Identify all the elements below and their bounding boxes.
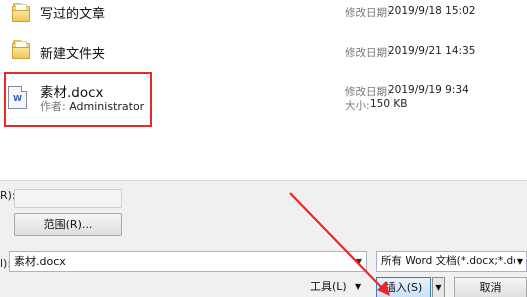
file-list: 写过的文章 修改日期: 2019/9/18 15:02 新建文件夹 修改日期: … (0, 0, 527, 180)
filename-value: 素材.docx (14, 255, 66, 268)
range-button[interactable]: 范围(R)... (14, 213, 122, 236)
folder-icon (12, 3, 30, 22)
dialog-bottom-panel: R): 范围(R)... l): 素材.docx ▼ 所有 Word 文档(*.… (0, 181, 527, 297)
chevron-down-icon: ▼ (515, 252, 525, 271)
file-name: 写过的文章 (40, 7, 106, 22)
modified-date-value: 2019/9/21 14:35 (388, 45, 476, 57)
modified-date-value: 2019/9/18 15:02 (388, 5, 476, 17)
file-row-folder-1[interactable]: 写过的文章 修改日期: 2019/9/18 15:02 (0, 0, 527, 30)
size-label: 大小: (345, 100, 370, 112)
file-type-select[interactable]: 所有 Word 文档(*.docx;*.docx ▼ (376, 251, 527, 272)
folder-icon (12, 40, 30, 59)
modified-date-label: 修改日期: (345, 86, 391, 98)
modified-date-label: 修改日期: (345, 47, 391, 59)
range-input[interactable] (14, 189, 122, 208)
chevron-down-icon[interactable]: ▼ (352, 252, 366, 271)
tools-label: 工具(L) (310, 280, 347, 293)
size-value: 150 KB (370, 98, 408, 110)
red-highlight-box (4, 72, 152, 127)
insert-file-dialog: 写过的文章 修改日期: 2019/9/18 15:02 新建文件夹 修改日期: … (0, 0, 527, 297)
file-name: 新建文件夹 (40, 47, 106, 62)
modified-date-value: 2019/9/19 9:34 (388, 84, 469, 96)
insert-button[interactable]: 插入(S) (376, 277, 431, 297)
tools-button[interactable]: 工具(L) ▼ (300, 276, 366, 297)
chevron-down-icon: ▼ (355, 282, 362, 291)
cancel-button[interactable]: 取消 (454, 277, 527, 297)
file-row-folder-2[interactable]: 新建文件夹 修改日期: 2019/9/21 14:35 (0, 33, 527, 69)
insert-dropdown-button[interactable]: ▼ (432, 277, 445, 297)
filename-input[interactable]: 素材.docx ▼ (9, 251, 367, 272)
modified-date-label: 修改日期: (345, 7, 391, 19)
file-type-value: 所有 Word 文档(*.docx;*.docx (381, 255, 527, 267)
